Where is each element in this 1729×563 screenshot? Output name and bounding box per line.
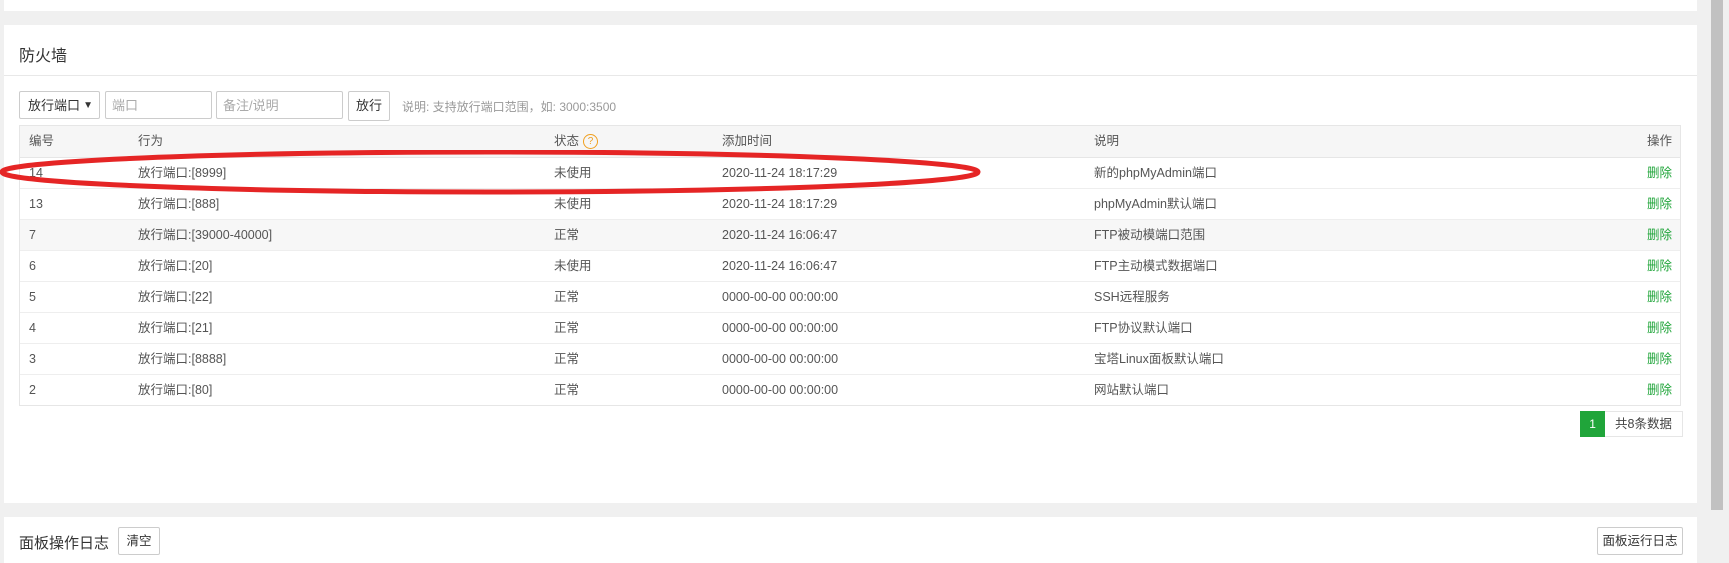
page-current[interactable]: 1	[1580, 411, 1606, 437]
row-status: 正常	[554, 228, 580, 242]
col-time: 添加时间	[722, 134, 773, 148]
table-row: 4 放行端口:[21] 正常 0000-00-00 00:00:00 FTP协议…	[20, 313, 1680, 344]
row-desc: SSH远程服务	[1094, 290, 1170, 304]
row-status: 未使用	[554, 259, 592, 273]
row-desc: 新的phpMyAdmin端口	[1094, 166, 1217, 180]
scrollbar[interactable]	[1711, 0, 1723, 510]
col-status: 状态?	[554, 126, 599, 157]
row-desc: 宝塔Linux面板默认端口	[1094, 352, 1224, 366]
table-row: 5 放行端口:[22] 正常 0000-00-00 00:00:00 SSH远程…	[20, 282, 1680, 313]
table-row: 2 放行端口:[80] 正常 0000-00-00 00:00:00 网站默认端…	[20, 375, 1680, 405]
table-row: 3 放行端口:[8888] 正常 0000-00-00 00:00:00 宝塔L…	[20, 344, 1680, 375]
divider	[4, 75, 1697, 76]
chevron-down-icon: ▼	[83, 100, 93, 111]
panel-title: 防火墙	[19, 48, 68, 65]
row-time: 0000-00-00 00:00:00	[722, 321, 839, 335]
run-log-button[interactable]: 面板运行日志	[1597, 527, 1683, 555]
row-desc: FTP主动模式数据端口	[1094, 259, 1218, 273]
row-action: 放行端口:[888]	[138, 197, 220, 211]
port-input[interactable]	[105, 91, 212, 119]
row-action: 放行端口:[39000-40000]	[138, 228, 273, 242]
pagination: 1 共8条数据	[1580, 411, 1683, 437]
row-desc: FTP协议默认端口	[1094, 321, 1193, 335]
toolbar-hint: 说明: 支持放行端口范围，如: 3000:3500	[402, 100, 617, 114]
row-time: 2020-11-24 18:17:29	[722, 166, 838, 180]
clear-log-button[interactable]: 清空	[118, 527, 160, 555]
row-id: 5	[29, 290, 36, 304]
row-status: 正常	[554, 290, 580, 304]
delete-link[interactable]: 删除	[1647, 251, 1672, 281]
rule-type-value: 放行端口	[28, 98, 81, 113]
row-action: 放行端口:[8888]	[138, 352, 227, 366]
row-desc: 网站默认端口	[1094, 383, 1170, 397]
log-panel-title: 面板操作日志	[19, 535, 110, 552]
table-row: 14 放行端口:[8999] 未使用 2020-11-24 18:17:29 新…	[20, 158, 1680, 189]
delete-link[interactable]: 删除	[1647, 344, 1672, 374]
table-row: 13 放行端口:[888] 未使用 2020-11-24 18:17:29 ph…	[20, 189, 1680, 220]
row-desc: phpMyAdmin默认端口	[1094, 197, 1217, 211]
row-action: 放行端口:[80]	[138, 383, 213, 397]
page-total-count: 共8条数据	[1605, 411, 1683, 437]
row-id: 13	[29, 197, 43, 211]
row-status: 正常	[554, 383, 580, 397]
row-id: 14	[29, 166, 43, 180]
row-id: 4	[29, 321, 36, 335]
row-id: 3	[29, 352, 36, 366]
top-panel-edge	[4, 0, 1697, 11]
row-action: 放行端口:[8999]	[138, 166, 227, 180]
allow-button[interactable]: 放行	[348, 91, 390, 121]
table-row: 6 放行端口:[20] 未使用 2020-11-24 16:06:47 FTP主…	[20, 251, 1680, 282]
delete-link[interactable]: 删除	[1647, 313, 1672, 343]
row-status: 未使用	[554, 197, 592, 211]
row-id: 6	[29, 259, 36, 273]
rule-type-select[interactable]: 放行端口 ▼	[19, 91, 100, 119]
row-status: 正常	[554, 352, 580, 366]
firewall-rules-table: 编号 行为 状态? 添加时间 说明 操作 14 放行端口:[8999] 未使用 …	[19, 125, 1681, 406]
col-op: 操作	[1646, 134, 1672, 148]
col-status-label: 状态	[554, 134, 580, 148]
row-time: 0000-00-00 00:00:00	[722, 383, 839, 397]
row-time: 2020-11-24 16:06:47	[722, 228, 838, 242]
row-action: 放行端口:[20]	[138, 259, 213, 273]
row-desc: FTP被动模端口范围	[1094, 228, 1206, 242]
row-time: 0000-00-00 00:00:00	[722, 290, 839, 304]
col-desc: 说明	[1094, 134, 1120, 148]
delete-link[interactable]: 删除	[1647, 375, 1672, 405]
row-action: 放行端口:[22]	[138, 290, 213, 304]
note-input[interactable]	[216, 91, 343, 119]
row-id: 2	[29, 383, 36, 397]
delete-link[interactable]: 删除	[1647, 158, 1672, 188]
panel-log-section: 面板操作日志 清空 面板运行日志	[4, 517, 1697, 563]
row-status: 正常	[554, 321, 580, 335]
table-row: 7 放行端口:[39000-40000] 正常 2020-11-24 16:06…	[20, 220, 1680, 251]
row-time: 2020-11-24 16:06:47	[722, 259, 838, 273]
table-header: 编号 行为 状态? 添加时间 说明 操作	[20, 126, 1680, 158]
row-id: 7	[29, 228, 36, 242]
row-status: 未使用	[554, 166, 592, 180]
delete-link[interactable]: 删除	[1647, 282, 1672, 312]
row-time: 0000-00-00 00:00:00	[722, 352, 839, 366]
col-id: 编号	[29, 134, 55, 148]
delete-link[interactable]: 删除	[1647, 220, 1672, 250]
col-action: 行为	[138, 134, 164, 148]
delete-link[interactable]: 删除	[1647, 189, 1672, 219]
row-time: 2020-11-24 18:17:29	[722, 197, 838, 211]
row-action: 放行端口:[21]	[138, 321, 213, 335]
firewall-panel: 防火墙 放行端口 ▼ 放行 说明: 支持放行端口范围，如: 3000:3500 …	[4, 25, 1697, 503]
help-icon[interactable]: ?	[583, 134, 599, 150]
